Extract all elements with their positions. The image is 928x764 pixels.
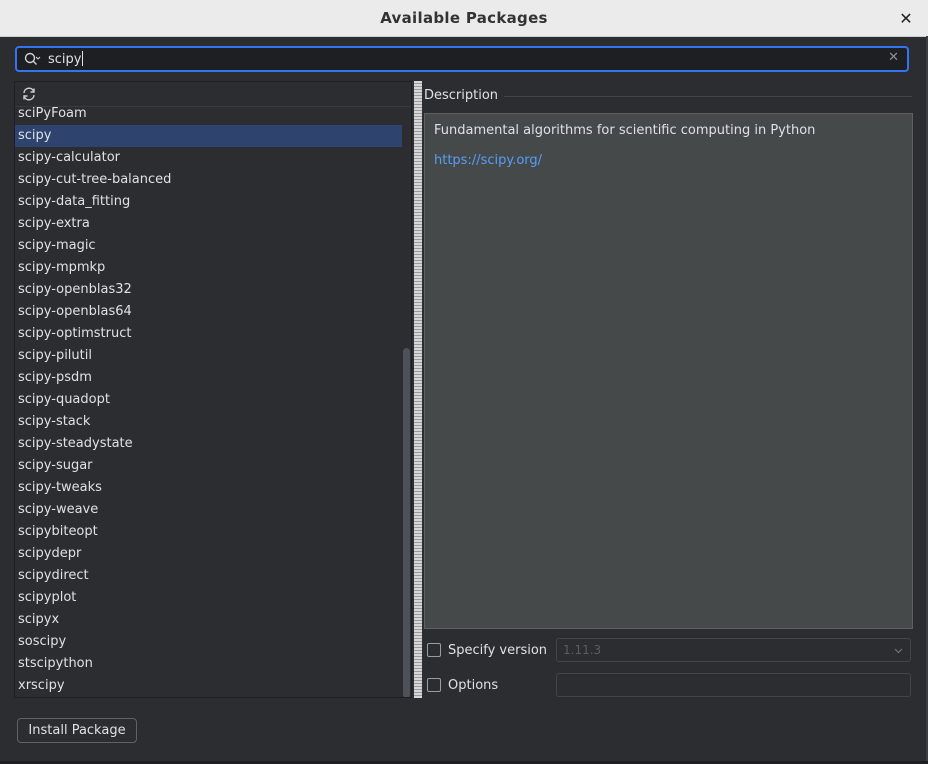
list-item[interactable]: stscipython	[15, 653, 402, 675]
list-item[interactable]: scipy-weave	[15, 499, 402, 521]
panel-splitter[interactable]	[414, 81, 422, 698]
list-item[interactable]: scipy-openblas64	[15, 301, 402, 323]
refresh-icon[interactable]	[21, 86, 37, 102]
dialog-title: Available Packages	[380, 9, 548, 27]
version-select[interactable]: 1.11.3	[556, 638, 911, 662]
list-item[interactable]: scipy-quadopt	[15, 389, 402, 411]
list-item[interactable]: scipy-extra	[15, 213, 402, 235]
list-item[interactable]: scipy-data_fitting	[15, 191, 402, 213]
list-item[interactable]: scipy-calculator	[15, 147, 402, 169]
description-panel: Fundamental algorithms for scientific co…	[424, 113, 913, 629]
list-item[interactable]: xrscipy	[15, 675, 402, 697]
list-item[interactable]: scipyplot	[15, 587, 402, 609]
description-legend: Description	[424, 88, 499, 103]
list-item[interactable]: scipy-optimstruct	[15, 323, 402, 345]
search-value: scipy	[48, 52, 82, 67]
list-item[interactable]: scipy-psdm	[15, 367, 402, 389]
chevron-down-icon	[894, 648, 903, 654]
close-icon[interactable]: ✕	[896, 8, 916, 28]
version-value: 1.11.3	[563, 643, 602, 657]
list-item[interactable]: scipy-stack	[15, 411, 402, 433]
install-package-button[interactable]: Install Package	[17, 718, 137, 743]
list-item-selected[interactable]: scipy	[15, 125, 402, 147]
list-item[interactable]: scipydirect	[15, 565, 402, 587]
list-item[interactable]: scipy-steadystate	[15, 433, 402, 455]
list-item[interactable]: scipy-openblas32	[15, 279, 402, 301]
search-input[interactable]: scipy	[48, 51, 84, 67]
options-checkbox[interactable]	[427, 678, 441, 692]
options-label[interactable]: Options	[448, 678, 498, 693]
options-row: Options	[427, 676, 498, 694]
list-item[interactable]: scipydepr	[15, 543, 402, 565]
list-item[interactable]: sciPyFoam	[15, 103, 402, 125]
list-scrollbar-thumb[interactable]	[403, 348, 410, 697]
description-text: Fundamental algorithms for scientific co…	[434, 123, 816, 138]
search-field[interactable]: scipy ✕	[15, 46, 909, 72]
search-icon[interactable]	[23, 51, 41, 69]
clear-search-icon[interactable]: ✕	[888, 50, 899, 65]
list-item[interactable]: soscipy	[15, 631, 402, 653]
homepage-link[interactable]: https://scipy.org/	[434, 153, 542, 168]
list-item[interactable]: scipy-mpmkp	[15, 257, 402, 279]
list-item[interactable]: scipybiteopt	[15, 521, 402, 543]
package-list: sciPyFoam scipy scipy-calculator scipy-cut-…	[15, 103, 402, 697]
text-caret	[82, 51, 84, 66]
specify-version-label[interactable]: Specify version	[448, 643, 547, 658]
list-item[interactable]: scipy-cut-tree-balanced	[15, 169, 402, 191]
list-item[interactable]: scipy-pilutil	[15, 345, 402, 367]
list-item[interactable]: scipyx	[15, 609, 402, 631]
list-item[interactable]: scipy-tweaks	[15, 477, 402, 499]
list-item[interactable]: scipy-sugar	[15, 455, 402, 477]
package-list-panel: sciPyFoam scipy scipy-calculator scipy-cut-…	[14, 81, 412, 698]
specify-version-row: Specify version	[427, 641, 547, 659]
description-separator	[504, 96, 912, 97]
dialog-titlebar: Available Packages ✕	[0, 0, 928, 37]
list-item[interactable]: scipy-magic	[15, 235, 402, 257]
specify-version-checkbox[interactable]	[427, 643, 441, 657]
options-input[interactable]	[556, 673, 911, 697]
